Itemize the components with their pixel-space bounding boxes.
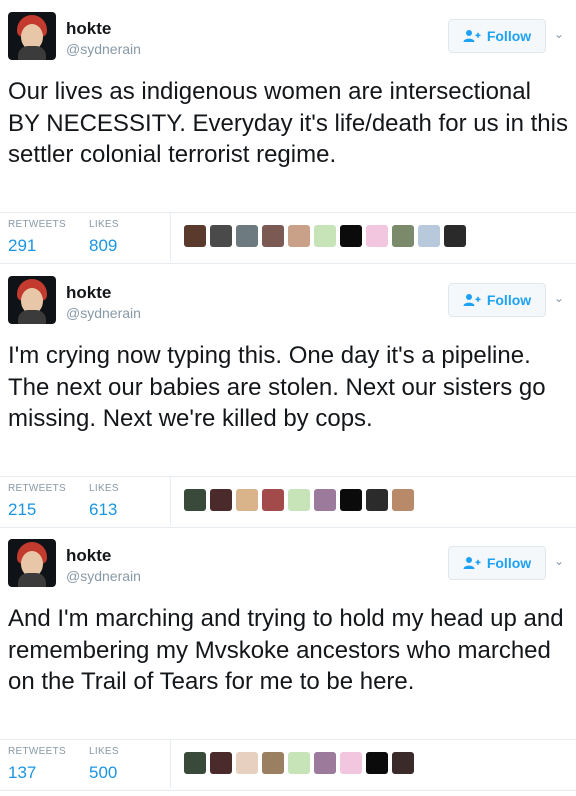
retweets-label: RETWEETS xyxy=(8,746,66,757)
liker-avatar[interactable] xyxy=(210,225,232,247)
liker-avatar[interactable] xyxy=(392,489,414,511)
liker-avatar[interactable] xyxy=(262,489,284,511)
like-count[interactable]: LIKES 500 xyxy=(89,746,119,783)
liker-avatar[interactable] xyxy=(184,225,206,247)
like-count[interactable]: LIKES 809 xyxy=(89,219,119,256)
likes-value: 613 xyxy=(89,500,118,519)
follow-label: Follow xyxy=(486,555,532,571)
likes-label: LIKES xyxy=(89,483,119,494)
retweets-value: 215 xyxy=(8,500,37,519)
liker-avatar[interactable] xyxy=(288,225,310,247)
add-user-icon xyxy=(463,294,481,306)
liker-avatar[interactable] xyxy=(444,225,466,247)
avatar[interactable] xyxy=(8,539,56,587)
liker-avatar[interactable] xyxy=(236,752,258,774)
avatar[interactable] xyxy=(8,12,56,60)
user-handle[interactable]: @sydnerain xyxy=(66,41,141,57)
follow-label: Follow xyxy=(486,28,532,44)
liker-avatar[interactable] xyxy=(340,752,362,774)
liker-avatar[interactable] xyxy=(184,489,206,511)
retweets-label: RETWEETS xyxy=(8,219,66,230)
add-user-icon xyxy=(463,557,481,569)
follow-button[interactable]: Follow xyxy=(448,546,546,580)
tweet-text: I'm crying now typing this. One day it's… xyxy=(8,342,546,432)
chevron-down-icon[interactable]: ⌄ xyxy=(554,27,564,41)
liker-avatar[interactable] xyxy=(210,489,232,511)
liker-avatar[interactable] xyxy=(184,752,206,774)
user-name[interactable]: hokte xyxy=(66,283,111,303)
liker-avatar[interactable] xyxy=(366,489,388,511)
retweet-count[interactable]: RETWEETS 137 xyxy=(8,746,66,783)
tweet-text: And I'm marching and trying to hold my h… xyxy=(8,605,564,695)
user-handle[interactable]: @sydnerain xyxy=(66,568,141,584)
liker-avatar[interactable] xyxy=(288,489,310,511)
liker-avatar[interactable] xyxy=(314,752,336,774)
liker-avatar[interactable] xyxy=(314,225,336,247)
user-handle[interactable]: @sydnerain xyxy=(66,305,141,321)
user-name[interactable]: hokte xyxy=(66,19,111,39)
likes-label: LIKES xyxy=(89,219,119,230)
chevron-down-icon[interactable]: ⌄ xyxy=(554,291,564,305)
stats-divider xyxy=(170,477,171,525)
retweets-value: 291 xyxy=(8,236,37,255)
liker-avatar[interactable] xyxy=(210,752,232,774)
retweets-label: RETWEETS xyxy=(8,483,66,494)
liker-avatar[interactable] xyxy=(288,752,310,774)
liker-avatar[interactable] xyxy=(262,225,284,247)
retweet-count[interactable]: RETWEETS 291 xyxy=(8,219,66,256)
tweet-text: Our lives as indigenous women are inters… xyxy=(8,78,568,168)
liker-avatar[interactable] xyxy=(392,225,414,247)
liker-avatar[interactable] xyxy=(418,225,440,247)
liker-avatar[interactable] xyxy=(340,225,362,247)
retweets-value: 137 xyxy=(8,763,37,782)
retweet-count[interactable]: RETWEETS 215 xyxy=(8,483,66,520)
follow-button[interactable]: Follow xyxy=(448,19,546,53)
tweet-stats: RETWEETS 291 LIKES 809 xyxy=(0,212,576,264)
user-name[interactable]: hokte xyxy=(66,546,111,566)
chevron-down-icon[interactable]: ⌄ xyxy=(554,554,564,568)
liker-avatar[interactable] xyxy=(314,489,336,511)
liker-avatar[interactable] xyxy=(262,752,284,774)
avatar[interactable] xyxy=(8,276,56,324)
liker-avatar[interactable] xyxy=(340,489,362,511)
liker-avatar[interactable] xyxy=(392,752,414,774)
like-count[interactable]: LIKES 613 xyxy=(89,483,119,520)
follow-button[interactable]: Follow xyxy=(448,283,546,317)
stats-divider xyxy=(170,213,171,261)
follow-label: Follow xyxy=(486,292,532,308)
liker-avatar[interactable] xyxy=(236,489,258,511)
tweet-stats: RETWEETS 137 LIKES 500 xyxy=(0,739,576,791)
liker-avatar[interactable] xyxy=(366,752,388,774)
liker-avatar[interactable] xyxy=(366,225,388,247)
likes-value: 809 xyxy=(89,236,118,255)
tweet-stats: RETWEETS 215 LIKES 613 xyxy=(0,476,576,528)
add-user-icon xyxy=(463,30,481,42)
likes-value: 500 xyxy=(89,763,118,782)
liker-avatar[interactable] xyxy=(236,225,258,247)
stats-divider xyxy=(170,740,171,788)
likes-label: LIKES xyxy=(89,746,119,757)
